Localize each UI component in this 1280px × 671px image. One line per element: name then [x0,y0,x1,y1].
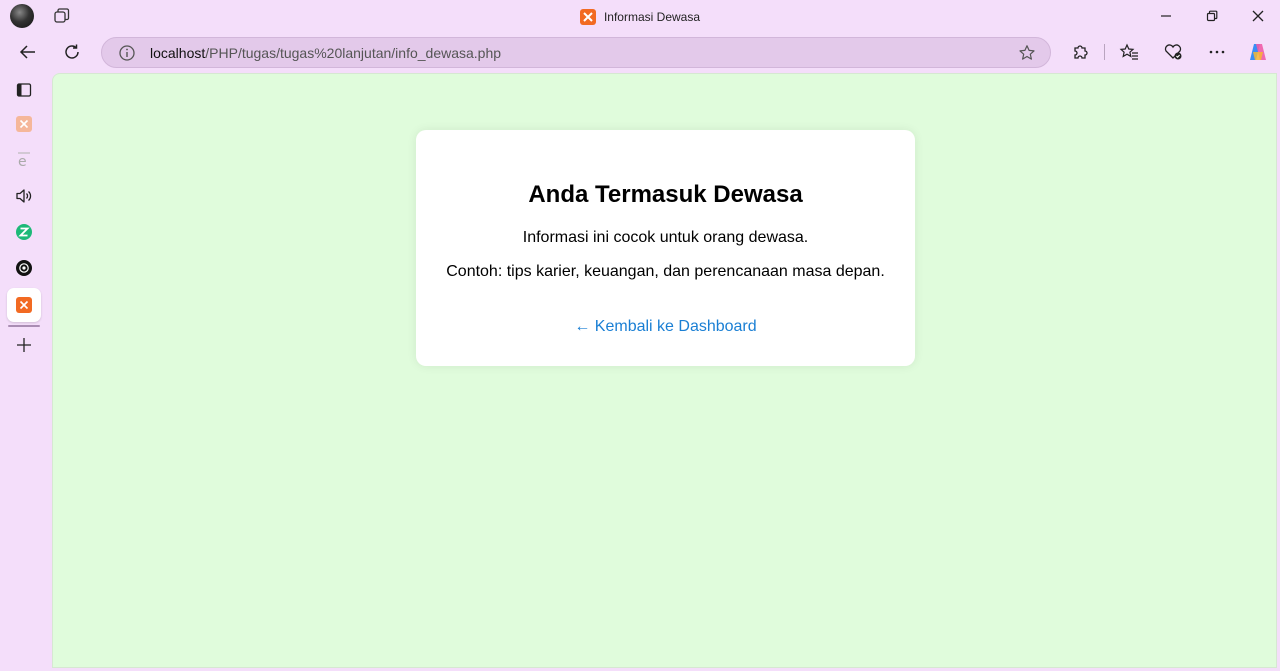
active-tab-title[interactable]: Informasi Dewasa [0,7,1280,27]
speaker-icon[interactable] [12,184,36,208]
restore-icon[interactable] [1202,6,1222,26]
example-text: Contoh: tips karier, keuangan, dan peren… [446,263,885,280]
sidebar-divider [8,325,40,327]
puzzle-icon[interactable] [1069,41,1091,63]
info-text: Informasi ini cocok untuk orang dewasa. [522,229,809,246]
ellipsis-icon[interactable] [1206,41,1228,63]
toolbar-separator [1104,44,1105,60]
vertical-sidebar: e [0,73,48,671]
url-text[interactable]: localhost/PHP/tugas/tugas%20lanjutan/inf… [150,45,501,61]
star-icon[interactable] [1018,44,1036,62]
favorites-icon[interactable] [1118,41,1140,63]
title-bar: Informasi Dewasa [0,0,1280,33]
xampp-tab-icon[interactable] [12,112,36,136]
svg-text:e: e [18,154,27,169]
info-card: Anda Termasuk Dewasa Informasi ini cocok… [416,130,915,366]
e-tab-icon[interactable]: e [12,148,36,172]
url-host: localhost [150,45,206,61]
page-heading: Anda Termasuk Dewasa [528,181,803,208]
tab-title: Informasi Dewasa [603,10,701,24]
z-app-icon[interactable] [12,220,36,244]
address-bar[interactable]: localhost/PHP/tugas/tugas%20lanjutan/inf… [101,37,1051,68]
browser-toolbar: localhost/PHP/tugas/tugas%20lanjutan/inf… [0,33,1280,73]
refresh-icon[interactable] [61,41,83,63]
site-info-icon[interactable] [118,44,136,62]
page-viewport: Anda Termasuk Dewasa Informasi ini cocok… [52,73,1277,668]
back-arrow-icon[interactable] [17,41,39,63]
copilot-icon[interactable] [1247,41,1269,63]
heart-pulse-icon[interactable] [1162,41,1184,63]
add-icon[interactable] [12,333,36,357]
minimize-icon[interactable] [1156,6,1176,26]
back-to-dashboard-link[interactable]: ← Kembali ke Dashboard [416,318,915,336]
url-path: /PHP/tugas/tugas%20lanjutan/info_dewasa.… [205,45,502,61]
chatgpt-icon[interactable] [12,256,36,280]
xampp-icon [579,9,596,25]
close-icon[interactable] [1248,6,1268,26]
xampp-active-tab-icon[interactable] [12,293,36,317]
tab-actions-icon[interactable] [12,78,36,102]
